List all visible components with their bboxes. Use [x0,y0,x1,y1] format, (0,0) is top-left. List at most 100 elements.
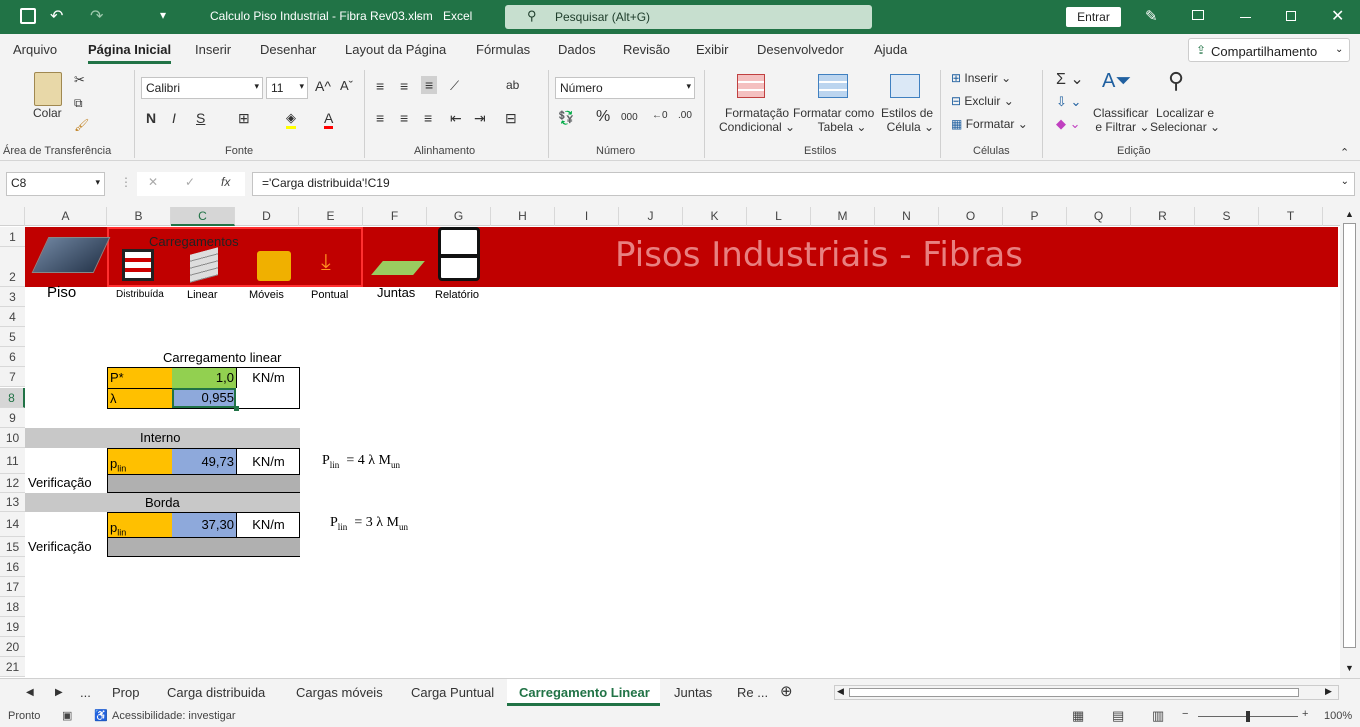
col-header-a[interactable]: A [25,207,107,226]
row-header-9[interactable]: 9 [0,408,25,428]
hscroll-right-icon[interactable]: ▶ [1325,686,1332,697]
sheet-tab-cargas-moveis[interactable]: Cargas móveis [296,685,383,700]
insert-cells-button[interactable]: ⊞ Inserir ⌄ [951,71,1011,85]
nav-distribuida[interactable]: Distribuída [116,285,164,305]
row-header-6[interactable]: 6 [0,347,25,367]
copy-icon[interactable]: ⧉ [74,96,83,111]
row-header-19[interactable]: 19 [0,617,25,637]
number-format-select[interactable]: Número ▾ [555,77,695,99]
wrap-text-icon[interactable]: ab [506,78,519,92]
col-header-q[interactable]: Q [1067,207,1131,226]
row-header-4[interactable]: 4 [0,307,25,327]
row-header-18[interactable]: 18 [0,597,25,617]
row-header-2[interactable]: 2 [0,247,25,287]
confirm-icon[interactable]: ✓ [185,175,195,189]
col-header-t[interactable]: T [1259,207,1323,226]
col-header-c[interactable]: C [171,207,235,226]
align-right-icon[interactable]: ≡ [424,110,432,126]
row-header-1[interactable]: 1 [0,227,25,247]
accessibility-icon[interactable]: ♿ [94,709,108,722]
row-header-5[interactable]: 5 [0,327,25,347]
restore-icon[interactable] [1286,11,1296,21]
col-header-f[interactable]: F [363,207,427,226]
name-box[interactable]: C8 ▾ [6,172,105,196]
tab-desenvolvedor[interactable]: Desenvolvedor [757,42,844,57]
col-header-b[interactable]: B [107,207,171,226]
col-header-k[interactable]: K [683,207,747,226]
orientation-icon[interactable]: ⟋ [450,78,459,94]
col-header-g[interactable]: G [427,207,491,226]
underline-button[interactable]: S [196,110,205,126]
col-header-j[interactable]: J [619,207,683,226]
nav-piso[interactable]: Piso [47,283,76,303]
add-sheet-icon[interactable]: ⊕ [780,682,793,700]
format-table-icon[interactable] [818,74,848,98]
italic-button[interactable]: I [172,110,176,126]
tab-scroll-left-icon[interactable]: ◀ [26,687,34,698]
tab-scroll-right-icon[interactable]: ▶ [55,687,63,698]
format-table-label[interactable]: Formatar como Tabela ⌄ [793,106,874,134]
redo-icon[interactable]: ↷ [90,6,103,26]
vertical-scroll-thumb[interactable] [1343,223,1356,648]
percent-icon[interactable]: % [596,108,610,126]
bold-button[interactable]: N [146,110,156,126]
cell-styles-icon[interactable] [890,74,920,98]
sheet-tab-juntas[interactable]: Juntas [674,685,712,700]
col-header-d[interactable]: D [235,207,299,226]
col-header-l[interactable]: L [747,207,811,226]
select-all-corner[interactable] [0,207,25,226]
align-left-icon[interactable]: ≡ [376,110,384,126]
col-header-o[interactable]: O [939,207,1003,226]
hscroll-left-icon[interactable]: ◀ [837,686,844,697]
tab-formulas[interactable]: Fórmulas [476,42,530,57]
merge-icon[interactable]: ⊟ [505,110,517,127]
point-load-icon[interactable]: ⤓ [321,249,331,275]
nav-juntas[interactable]: Juntas [377,283,415,303]
cell-styles-label[interactable]: Estilos de Célula ⌄ [880,106,934,134]
zoom-in-icon[interactable]: + [1302,708,1308,720]
paste-label[interactable]: Colar [33,106,62,120]
conditional-format-label[interactable]: Formatação Condicional ⌄ [719,106,795,134]
tab-ajuda[interactable]: Ajuda [874,42,907,57]
col-header-r[interactable]: R [1131,207,1195,226]
sheet-tab-prop[interactable]: Prop [112,685,139,700]
nav-moveis[interactable]: Móveis [249,285,284,305]
report-icon[interactable] [438,227,480,281]
rack-icon[interactable] [122,249,154,281]
font-size-select[interactable]: 11 ▾ [266,77,308,99]
increase-indent-icon[interactable]: ⇥ [474,110,486,127]
nav-pontual[interactable]: Pontual [311,285,348,305]
zoom-level[interactable]: 100% [1324,710,1352,722]
signin-button[interactable]: Entrar [1066,7,1121,27]
zoom-slider-thumb[interactable] [1246,711,1250,722]
autosum-icon[interactable]: Σ ⌄ [1056,69,1084,89]
scroll-up-icon[interactable]: ▲ [1345,209,1354,219]
clear-icon[interactable]: ◆ ⌄ [1056,116,1081,132]
close-icon[interactable]: ✕ [1331,6,1344,26]
tab-layout[interactable]: Layout da Página [345,42,446,57]
col-header-p[interactable]: P [1003,207,1067,226]
row-header-8[interactable]: 8 [0,388,25,408]
vertical-scrollbar[interactable]: ▲ ▼ [1340,207,1360,678]
horizontal-scroll-thumb[interactable] [849,688,1299,697]
pen-icon[interactable]: ✎ [1145,7,1158,25]
tab-desenhar[interactable]: Desenhar [260,42,316,57]
tab-more-right[interactable]: Re ... [737,685,768,700]
sort-filter-label[interactable]: Classificar e Filtrar ⌄ [1092,106,1149,134]
ribbon-display-icon[interactable] [1192,10,1204,20]
find-select-label[interactable]: Localizar e Selecionar ⌄ [1150,106,1220,134]
normal-view-icon[interactable]: ▦ [1072,708,1084,724]
tab-revisao[interactable]: Revisão [623,42,670,57]
sheet-tab-carregamento-linear[interactable]: Carregamento Linear [519,685,650,700]
decrease-decimal-icon[interactable]: .00 [678,110,692,121]
row-header-21[interactable]: 21 [0,657,25,677]
formula-input[interactable]: ='Carga distribuida'!C19 ⌄ [252,172,1355,196]
sheet-tab-carga-distribuida[interactable]: Carga distribuida [167,685,265,700]
font-color-icon[interactable]: A [324,110,334,129]
col-header-i[interactable]: I [555,207,619,226]
tab-more-left[interactable]: ... [80,685,91,700]
horizontal-scrollbar[interactable]: ◀ ▶ [834,685,1339,700]
decrease-indent-icon[interactable]: ⇤ [450,110,462,127]
thousands-icon[interactable]: 000 [621,112,638,123]
row-header-13[interactable]: 13 [0,493,25,512]
